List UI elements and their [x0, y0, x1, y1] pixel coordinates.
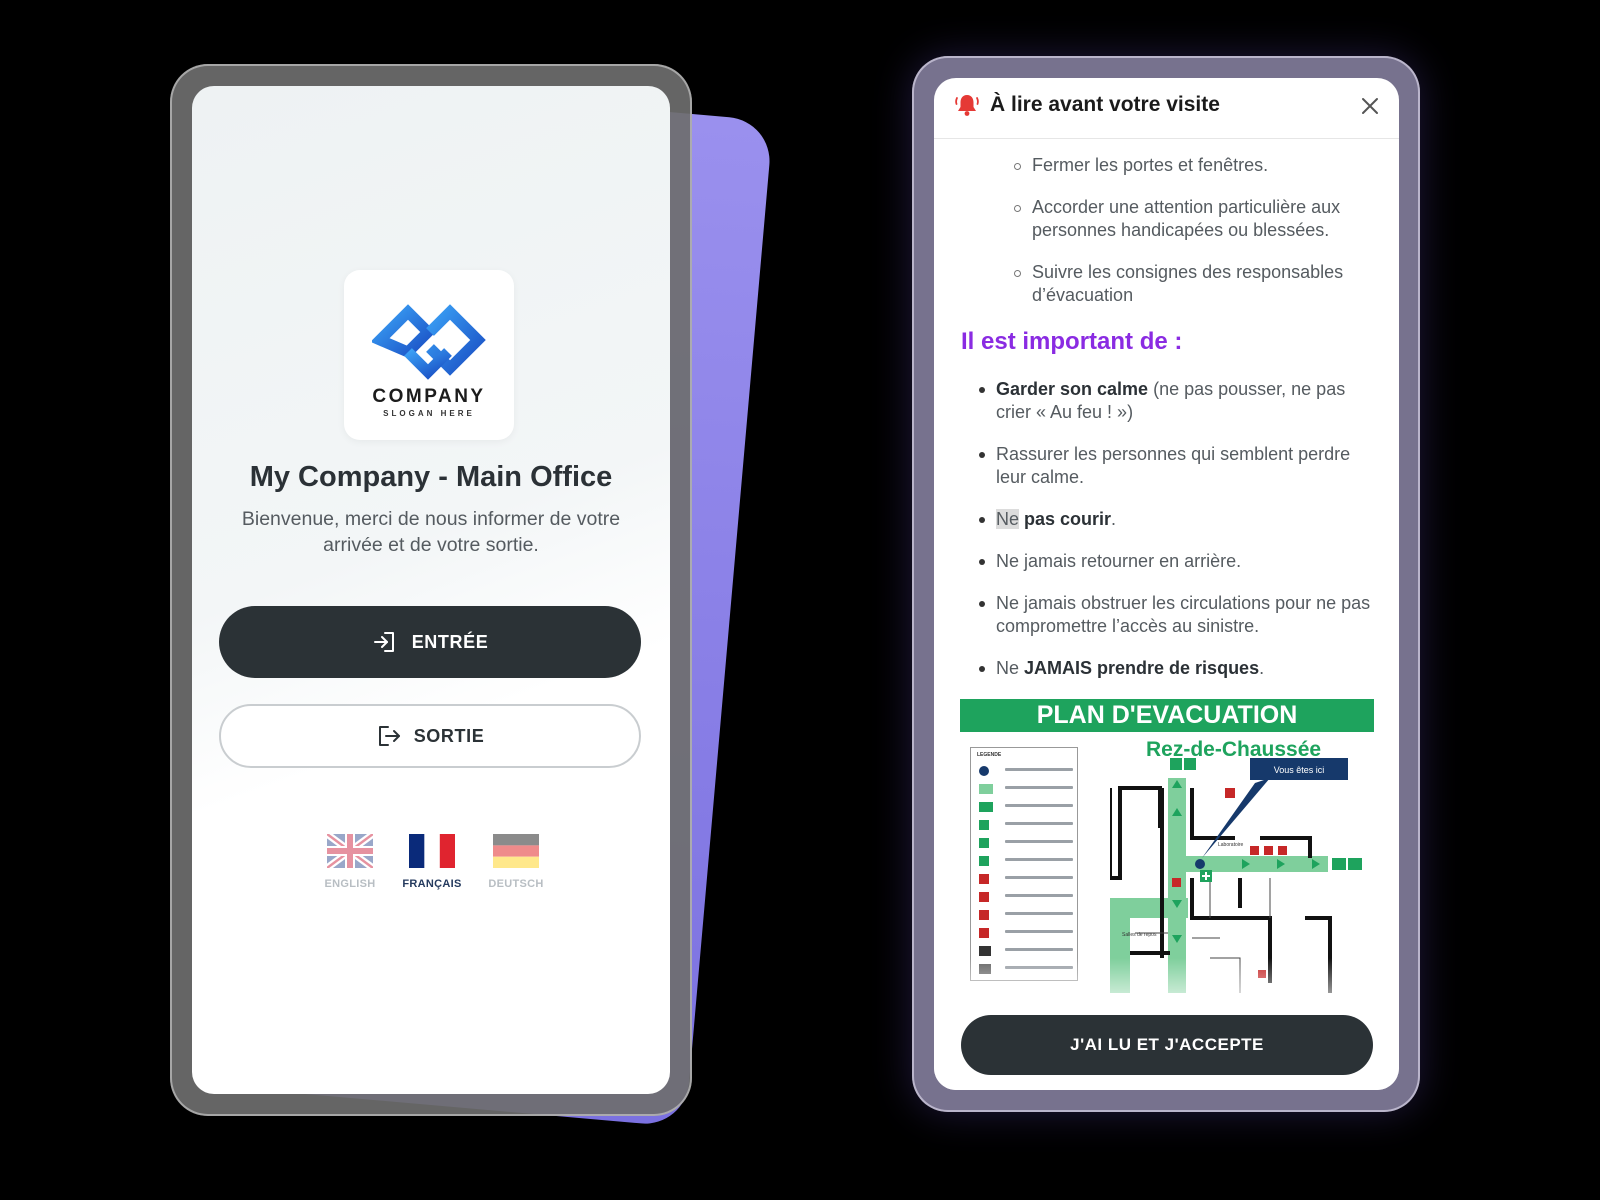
location-dot-icon: [979, 766, 989, 776]
assembly-point-icon: [979, 856, 989, 866]
company-logo: COMPANY SLOGAN HERE: [344, 270, 514, 440]
list-item: Rassurer les personnes qui semblent perd…: [978, 443, 1378, 489]
rule-emphasis: JAMAIS prendre de risques: [1024, 658, 1260, 678]
rule-emphasis: Garder son calme: [996, 379, 1149, 399]
company-logo-mark-icon: [372, 304, 486, 380]
evacuation-sub-list: Fermer les portes et fenêtres. Accorder …: [1014, 154, 1374, 326]
close-icon[interactable]: [1358, 94, 1382, 118]
uk-flag-icon: [327, 834, 373, 868]
modal-header: À lire avant votre visite: [934, 78, 1399, 139]
fire-alarm-icon: [979, 910, 989, 920]
logo-slogan: SLOGAN HERE: [383, 409, 475, 418]
safety-rules-list: Garder son calme (ne pas pousser, ne pas…: [978, 378, 1378, 699]
language-label: DEUTSCH: [488, 878, 544, 890]
evacuation-path-icon: [979, 784, 993, 794]
fire-extinguisher-icon: [979, 874, 989, 884]
emergency-exit-icon: [979, 802, 993, 812]
rule-highlight: Ne: [996, 509, 1020, 529]
list-item: Ne jamais obstruer les circulations pour…: [978, 592, 1378, 638]
exit-button-label: SORTIE: [413, 725, 485, 746]
language-label: FRANÇAIS: [402, 878, 462, 890]
list-item: Ne jamais retourner en arrière.: [978, 550, 1378, 573]
language-label: ENGLISH: [324, 878, 376, 890]
alarm-bell-icon: [955, 95, 979, 116]
language-option-english[interactable]: ENGLISH: [312, 834, 388, 890]
room-label: Salles de repos: [1122, 932, 1157, 938]
logo-wordmark: COMPANY: [372, 386, 486, 407]
legend-row: [979, 784, 1075, 796]
rule-emphasis: pas courir: [1019, 509, 1112, 529]
legend-row: [979, 874, 1075, 886]
legend-row: [979, 910, 1075, 922]
modal-title: À lire avant votre visite: [990, 93, 1220, 116]
login-icon: [373, 632, 394, 652]
list-item: Fermer les portes et fenêtres.: [1014, 154, 1374, 178]
rule-text: Ne: [996, 658, 1025, 678]
signin-screen: COMPANY SLOGAN HERE My Company - Main Of…: [192, 86, 670, 1094]
legend-row: [979, 802, 1075, 814]
legend-row: [979, 946, 1075, 958]
rule-text: .: [1111, 509, 1117, 529]
legend-row: [979, 766, 1075, 778]
exit-button[interactable]: SORTIE: [219, 704, 641, 768]
room-label: Laboratoire: [1218, 842, 1244, 848]
evacuation-plan-legend: LEGENDE: [970, 747, 1078, 981]
legend-row: [979, 820, 1075, 832]
legend-row: [979, 892, 1075, 904]
you-are-here-label: Vous êtes ici: [1274, 765, 1325, 775]
list-item: Ne pas courir.: [978, 508, 1378, 531]
evacuation-plan-title: PLAN D'EVACUATION: [960, 699, 1374, 732]
important-heading: Il est important de :: [961, 328, 1183, 355]
entry-button[interactable]: ENTRÉE: [219, 606, 641, 678]
language-option-french[interactable]: FRANÇAIS: [394, 834, 470, 890]
legend-title: LEGENDE: [977, 752, 1002, 758]
language-selector: ENGLISH FRANÇAIS DEUTSCH: [312, 834, 552, 904]
list-item: Suivre les consignes des responsables d’…: [1014, 261, 1374, 308]
legend-row: [979, 838, 1075, 850]
fire-phone-icon: [979, 928, 989, 938]
emergency-phone-icon: [979, 820, 989, 830]
list-item: Garder son calme (ne pas pousser, ne pas…: [978, 378, 1378, 424]
list-item: Accorder une attention particulière aux …: [1014, 196, 1374, 243]
list-item: Ne JAMAIS prendre de risques.: [978, 657, 1378, 680]
entry-button-label: ENTRÉE: [411, 631, 489, 652]
accept-button[interactable]: J'AI LU ET J'ACCEPTE: [961, 1015, 1373, 1075]
page-title: My Company - Main Office: [249, 461, 613, 493]
language-option-german[interactable]: DEUTSCH: [478, 834, 554, 890]
germany-flag-icon: [493, 834, 539, 868]
legend-row: [979, 856, 1075, 868]
logout-icon: [378, 726, 400, 746]
legend-row: [979, 928, 1075, 940]
rule-text: .: [1259, 658, 1265, 678]
elevator-icon: [979, 946, 991, 956]
first-aid-icon: [979, 838, 989, 848]
welcome-message: Bienvenue, merci de nous informer de vot…: [241, 508, 621, 556]
visit-modal: À lire avant votre visite Fermer les por…: [934, 78, 1399, 1090]
fire-hose-icon: [979, 892, 989, 902]
france-flag-icon: [409, 834, 455, 868]
